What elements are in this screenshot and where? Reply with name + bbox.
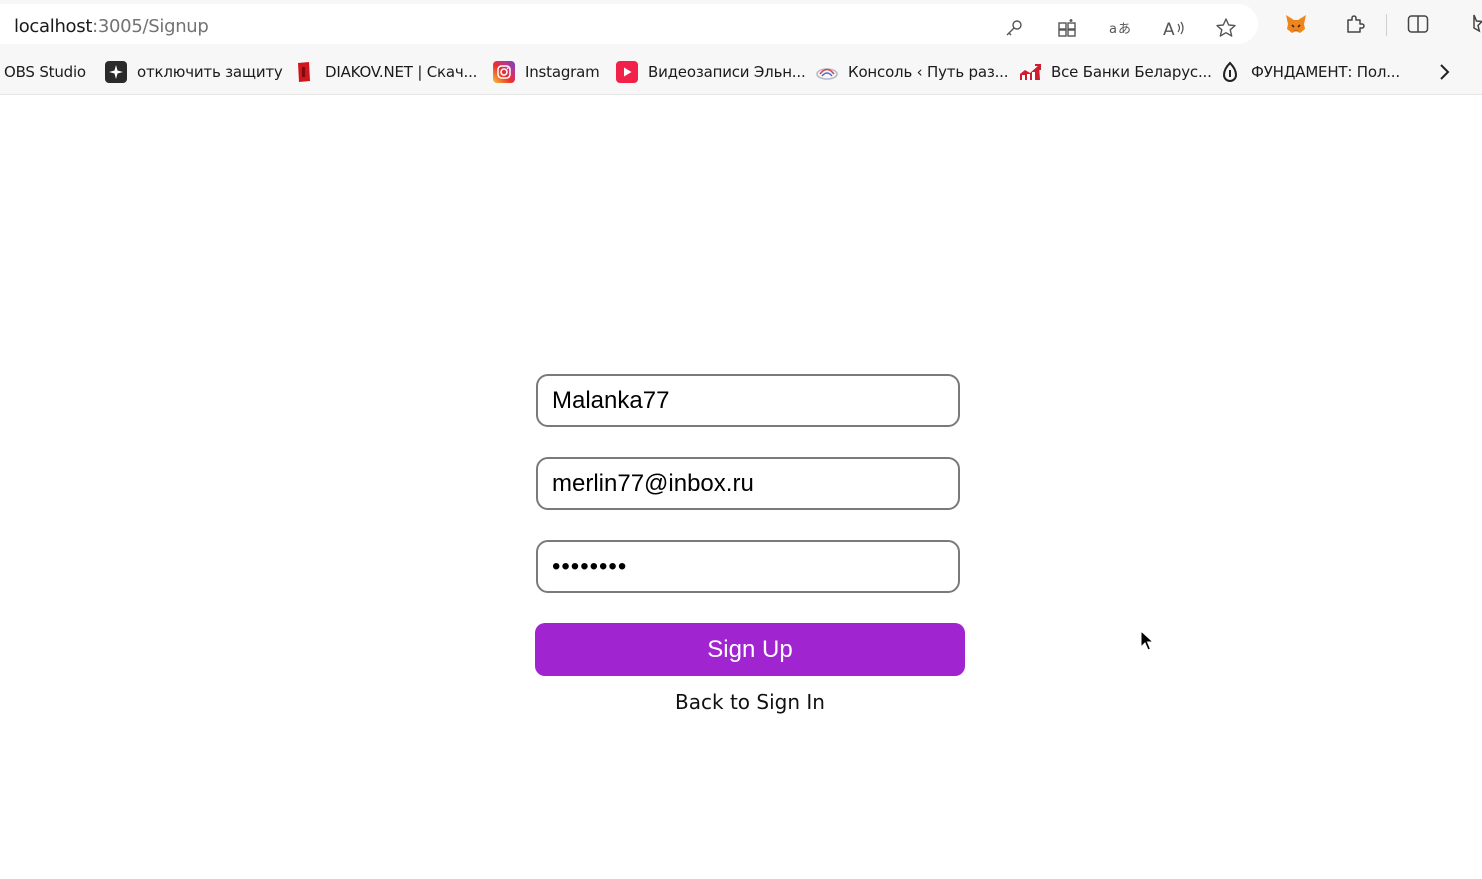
bookmark-label: отключить защиту bbox=[137, 63, 283, 81]
bookmark-label: Instagram bbox=[525, 63, 600, 81]
bookmark-diakov[interactable]: DIAKOV.NET | Скач... bbox=[293, 60, 477, 84]
bookmarks-bar: OBS Studio отключить защиту DIAKOV.NET |… bbox=[0, 50, 1482, 95]
back-to-sign-in-link[interactable]: Back to Sign In bbox=[535, 690, 965, 714]
address-bar[interactable]: localhost:3005/Signup aあ A bbox=[0, 4, 1258, 44]
favorites-icon[interactable] bbox=[1462, 12, 1482, 36]
svg-text:A: A bbox=[1163, 20, 1175, 38]
banks-chart-icon bbox=[1019, 61, 1041, 83]
bookmark-label: Консоль ‹ Путь раз... bbox=[848, 63, 1009, 81]
svg-text:a: a bbox=[1109, 22, 1117, 37]
password-input[interactable] bbox=[536, 540, 960, 593]
url-text[interactable]: localhost:3005/Signup bbox=[14, 16, 209, 37]
bookmark-console[interactable]: Консоль ‹ Путь раз... bbox=[816, 60, 1009, 84]
apps-icon[interactable] bbox=[1055, 16, 1079, 40]
mouse-cursor-icon bbox=[1140, 629, 1155, 657]
key-icon[interactable] bbox=[1002, 16, 1026, 40]
bookmark-obs-studio[interactable]: OBS Studio bbox=[4, 60, 86, 84]
metamask-fox-icon[interactable] bbox=[1284, 12, 1308, 36]
video-play-icon bbox=[616, 61, 638, 83]
svg-text:あ: あ bbox=[1118, 22, 1131, 37]
sign-up-button[interactable]: Sign Up bbox=[535, 623, 965, 676]
favorite-star-icon[interactable] bbox=[1214, 16, 1238, 40]
bookmark-label: Все Банки Беларус... bbox=[1051, 63, 1212, 81]
bookmark-video[interactable]: Видеозаписи Эльн... bbox=[616, 60, 806, 84]
bookmark-label: OBS Studio bbox=[4, 63, 86, 81]
bookmark-label: ФУНДАМЕНТ: Пол... bbox=[1251, 63, 1400, 81]
username-input[interactable] bbox=[536, 374, 960, 427]
sparkle-icon bbox=[105, 61, 127, 83]
translate-icon[interactable]: aあ bbox=[1108, 16, 1132, 40]
wp-console-icon bbox=[816, 61, 838, 83]
fundament-icon bbox=[1219, 61, 1241, 83]
bookmark-label: DIAKOV.NET | Скач... bbox=[325, 63, 478, 81]
extensions-puzzle-icon[interactable] bbox=[1343, 12, 1367, 36]
diakov-icon bbox=[293, 61, 315, 83]
browser-toolbar: localhost:3005/Signup aあ A bbox=[0, 0, 1482, 50]
bookmark-instagram[interactable]: Instagram bbox=[493, 60, 600, 84]
bookmark-label: Видеозаписи Эльн... bbox=[648, 63, 806, 81]
read-aloud-icon[interactable]: A bbox=[1162, 16, 1186, 40]
toolbar-divider bbox=[1386, 14, 1387, 36]
chevron-right-icon[interactable] bbox=[1432, 60, 1456, 84]
bookmark-banks[interactable]: Все Банки Беларус... bbox=[1019, 60, 1212, 84]
bookmark-disable-protection[interactable]: отключить защиту bbox=[105, 60, 283, 84]
email-input[interactable] bbox=[536, 457, 960, 510]
instagram-icon bbox=[493, 61, 515, 83]
split-screen-icon[interactable] bbox=[1406, 12, 1430, 36]
bookmark-fundament[interactable]: ФУНДАМЕНТ: Пол... bbox=[1219, 60, 1400, 84]
